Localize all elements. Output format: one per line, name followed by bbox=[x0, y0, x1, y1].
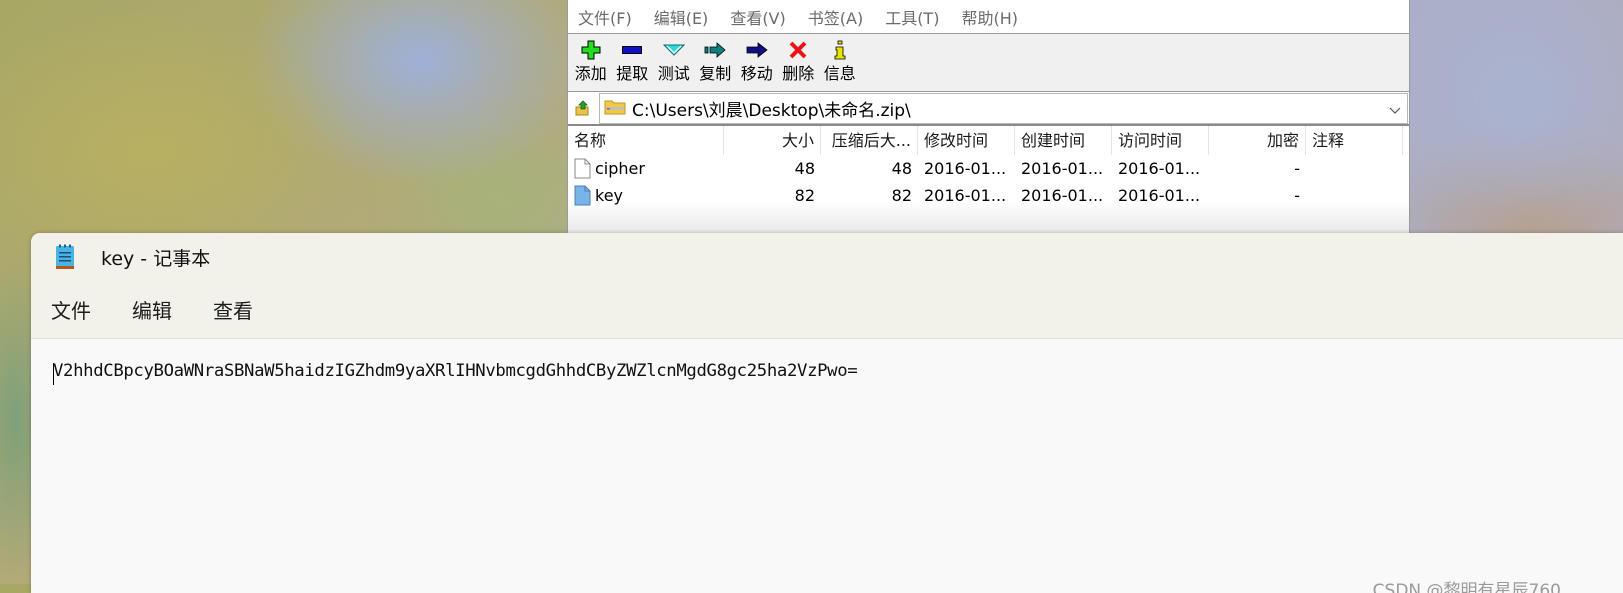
file-row-cipher[interactable]: cipher 48 48 2016-01... 2016-01... 2016-… bbox=[568, 155, 1409, 182]
text-caret bbox=[53, 363, 54, 385]
menu-bookmarks[interactable]: 书签(A) bbox=[808, 5, 863, 29]
column-encrypted[interactable]: 加密 bbox=[1209, 126, 1306, 155]
menu-help[interactable]: 帮助(H) bbox=[961, 5, 1018, 29]
file-modified: 2016-01... bbox=[924, 186, 1007, 205]
copy-label: 复制 bbox=[699, 64, 732, 83]
zip-toolbar: 添加 提取 测试 复制 移动 删除 信息 bbox=[568, 33, 1409, 92]
test-label: 测试 bbox=[657, 64, 690, 83]
file-packed-size: 82 bbox=[891, 186, 912, 205]
chevron-down-icon[interactable] bbox=[1389, 100, 1401, 119]
file-name-cell: cipher bbox=[568, 158, 724, 179]
move-icon bbox=[746, 36, 768, 64]
7zip-window: 文件(F) 编辑(E) 查看(V) 书签(A) 工具(T) 帮助(H) 添加 提… bbox=[567, 0, 1410, 233]
column-name[interactable]: 名称 bbox=[568, 126, 724, 155]
delete-label: 删除 bbox=[782, 64, 815, 83]
delete-icon bbox=[789, 36, 807, 64]
file-created: 2016-01... bbox=[1021, 186, 1104, 205]
notepad-menu-edit[interactable]: 编辑 bbox=[132, 295, 172, 324]
delete-button[interactable]: 删除 bbox=[778, 34, 820, 91]
address-bar: C:\Users\刘晨\Desktop\未命名.zip\ bbox=[568, 92, 1409, 126]
file-row-key[interactable]: key 82 82 2016-01... 2016-01... 2016-01.… bbox=[568, 182, 1409, 209]
add-label: 添加 bbox=[574, 64, 607, 83]
move-label: 移动 bbox=[740, 64, 773, 83]
extract-icon bbox=[622, 36, 643, 64]
file-icon bbox=[574, 158, 591, 179]
file-created: 2016-01... bbox=[1021, 159, 1104, 178]
file-name-cell: key bbox=[568, 185, 724, 206]
watermark: CSDN @黎明有星辰760 bbox=[1372, 581, 1561, 593]
address-path: C:\Users\刘晨\Desktop\未命名.zip\ bbox=[632, 101, 911, 121]
extract-button[interactable]: 提取 bbox=[612, 34, 654, 91]
column-comment[interactable]: 注释 bbox=[1306, 126, 1403, 155]
notepad-icon bbox=[56, 244, 74, 269]
file-icon-blue bbox=[574, 185, 591, 206]
column-accessed[interactable]: 访问时间 bbox=[1112, 126, 1209, 155]
info-button[interactable]: 信息 bbox=[819, 34, 861, 91]
zip-menubar: 文件(F) 编辑(E) 查看(V) 书签(A) 工具(T) 帮助(H) bbox=[568, 0, 1409, 33]
address-input[interactable]: C:\Users\刘晨\Desktop\未命名.zip\ bbox=[599, 93, 1408, 124]
file-packed-size: 48 bbox=[891, 159, 912, 178]
file-size: 48 bbox=[794, 159, 815, 178]
notepad-menubar: 文件 编辑 查看 bbox=[31, 281, 1623, 339]
menu-tools[interactable]: 工具(T) bbox=[885, 5, 939, 29]
info-label: 信息 bbox=[823, 64, 856, 83]
file-name: key bbox=[595, 186, 624, 205]
copy-button[interactable]: 复制 bbox=[695, 34, 737, 91]
copy-icon bbox=[704, 36, 726, 64]
file-name: cipher bbox=[595, 159, 645, 178]
zip-folder-icon bbox=[604, 99, 626, 119]
menu-file[interactable]: 文件(F) bbox=[578, 5, 632, 29]
column-size[interactable]: 大小 bbox=[724, 126, 821, 155]
file-modified: 2016-01... bbox=[924, 159, 1007, 178]
file-accessed: 2016-01... bbox=[1118, 186, 1201, 205]
notepad-window: key - 记事本 文件 编辑 查看 V2hhdCBpcyBOaWNraSBNa… bbox=[31, 233, 1623, 593]
move-button[interactable]: 移动 bbox=[736, 34, 778, 91]
up-folder-icon bbox=[575, 100, 589, 116]
file-size: 82 bbox=[794, 186, 815, 205]
test-icon bbox=[662, 36, 685, 64]
info-icon bbox=[833, 36, 847, 64]
notepad-content: V2hhdCBpcyBOaWNraSBNaW5haidzIGZhdm9yaXRl… bbox=[53, 361, 858, 381]
file-encrypted: - bbox=[1294, 186, 1300, 205]
add-icon bbox=[581, 36, 601, 64]
up-folder-button[interactable] bbox=[570, 95, 596, 121]
file-list: 名称 大小 压缩后大... 修改时间 创建时间 访问时间 加密 注释 ciphe… bbox=[568, 126, 1409, 233]
notepad-text-area[interactable]: V2hhdCBpcyBOaWNraSBNaW5haidzIGZhdm9yaXRl… bbox=[31, 339, 1623, 385]
file-accessed: 2016-01... bbox=[1118, 159, 1201, 178]
column-created[interactable]: 创建时间 bbox=[1015, 126, 1112, 155]
notepad-menu-view[interactable]: 查看 bbox=[213, 295, 253, 324]
add-button[interactable]: 添加 bbox=[570, 34, 612, 91]
notepad-menu-file[interactable]: 文件 bbox=[51, 295, 91, 324]
file-encrypted: - bbox=[1294, 159, 1300, 178]
column-packed-size[interactable]: 压缩后大... bbox=[821, 126, 918, 155]
extract-label: 提取 bbox=[616, 64, 649, 83]
test-button[interactable]: 测试 bbox=[653, 34, 695, 91]
notepad-titlebar: key - 记事本 bbox=[31, 233, 1623, 281]
menu-edit[interactable]: 编辑(E) bbox=[654, 5, 709, 29]
menu-view[interactable]: 查看(V) bbox=[730, 5, 785, 29]
notepad-title: key - 记事本 bbox=[101, 247, 211, 270]
column-modified[interactable]: 修改时间 bbox=[918, 126, 1015, 155]
file-list-header: 名称 大小 压缩后大... 修改时间 创建时间 访问时间 加密 注释 bbox=[568, 126, 1409, 155]
